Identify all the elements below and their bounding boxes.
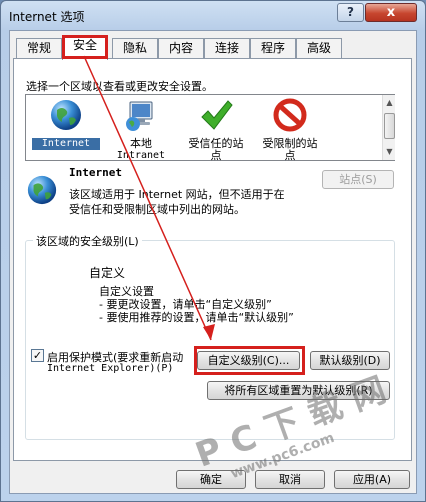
scroll-down-icon[interactable]: ▼ [384, 146, 395, 158]
tab-general[interactable]: 常规 [16, 38, 62, 58]
checkmark-icon: ✓ [32, 349, 43, 362]
selected-zone-globe-icon [26, 174, 58, 209]
zone-local-intranet[interactable]: 本地 Intranet [110, 98, 172, 161]
zone-local-intranet-label-1: 本地 [130, 137, 152, 150]
globe-icon [49, 98, 83, 135]
zones-prompt: 选择一个区域以查看或更改安全设置。 [26, 80, 213, 93]
security-level-group-title: 该区域的安全级别(L) [33, 233, 142, 249]
zone-local-intranet-label-2: Intranet [116, 150, 166, 161]
zone-trusted-sites-label-2: 点 [210, 149, 222, 162]
checkmark-icon [198, 98, 234, 137]
zone-restricted-sites[interactable]: 受限制的站 点 [254, 98, 326, 162]
protected-mode-label-2[interactable]: Internet Explorer)(P) [47, 363, 173, 374]
title-bar[interactable]: Internet 选项 ? x [1, 1, 425, 31]
custom-level-button[interactable]: 自定义级别(C)... [197, 351, 300, 370]
apply-button[interactable]: 应用(A) [334, 470, 410, 489]
protected-mode-checkbox[interactable]: ✓ [31, 349, 44, 362]
zone-list[interactable]: Internet 本地 Intranet 受信任的站 点 受限制的站 点 ▲ ▼ [25, 94, 395, 162]
window-title: Internet 选项 [9, 10, 85, 24]
zone-restricted-sites-label-2: 点 [284, 149, 296, 162]
help-button[interactable]: ? [337, 3, 364, 22]
zone-trusted-sites[interactable]: 受信任的站 点 [180, 98, 252, 162]
tab-programs[interactable]: 程序 [250, 38, 296, 58]
restricted-icon [272, 98, 308, 137]
scroll-up-icon[interactable]: ▲ [384, 97, 395, 109]
sites-button[interactable]: 站点(S) [322, 170, 394, 189]
security-level-line-3: - 要使用推荐的设置，请单击“默认级别” [99, 311, 294, 324]
zone-list-scrollbar[interactable]: ▲ ▼ [382, 95, 395, 160]
tab-advanced[interactable]: 高级 [296, 38, 342, 58]
cancel-button[interactable]: 取消 [255, 470, 325, 489]
selected-zone-desc-1: 该区域适用于 Internet 网站，但不适用于在 [69, 188, 285, 201]
scroll-thumb[interactable] [384, 113, 395, 139]
security-level-name: 自定义 [89, 266, 126, 280]
zone-internet-label: Internet [32, 138, 100, 150]
local-intranet-icon [123, 98, 159, 137]
zone-internet[interactable]: Internet [32, 98, 100, 158]
tab-connections[interactable]: 连接 [204, 38, 250, 58]
selected-zone-name: Internet [69, 166, 122, 179]
selected-zone-desc-2: 受信任和受限制区域中列出的网站。 [69, 203, 245, 216]
tab-security-highlight [62, 35, 108, 59]
default-level-button[interactable]: 默认级别(D) [310, 351, 390, 370]
tab-privacy[interactable]: 隐私 [112, 38, 158, 58]
tab-content[interactable]: 内容 [158, 38, 204, 58]
close-button[interactable]: x [365, 3, 417, 22]
